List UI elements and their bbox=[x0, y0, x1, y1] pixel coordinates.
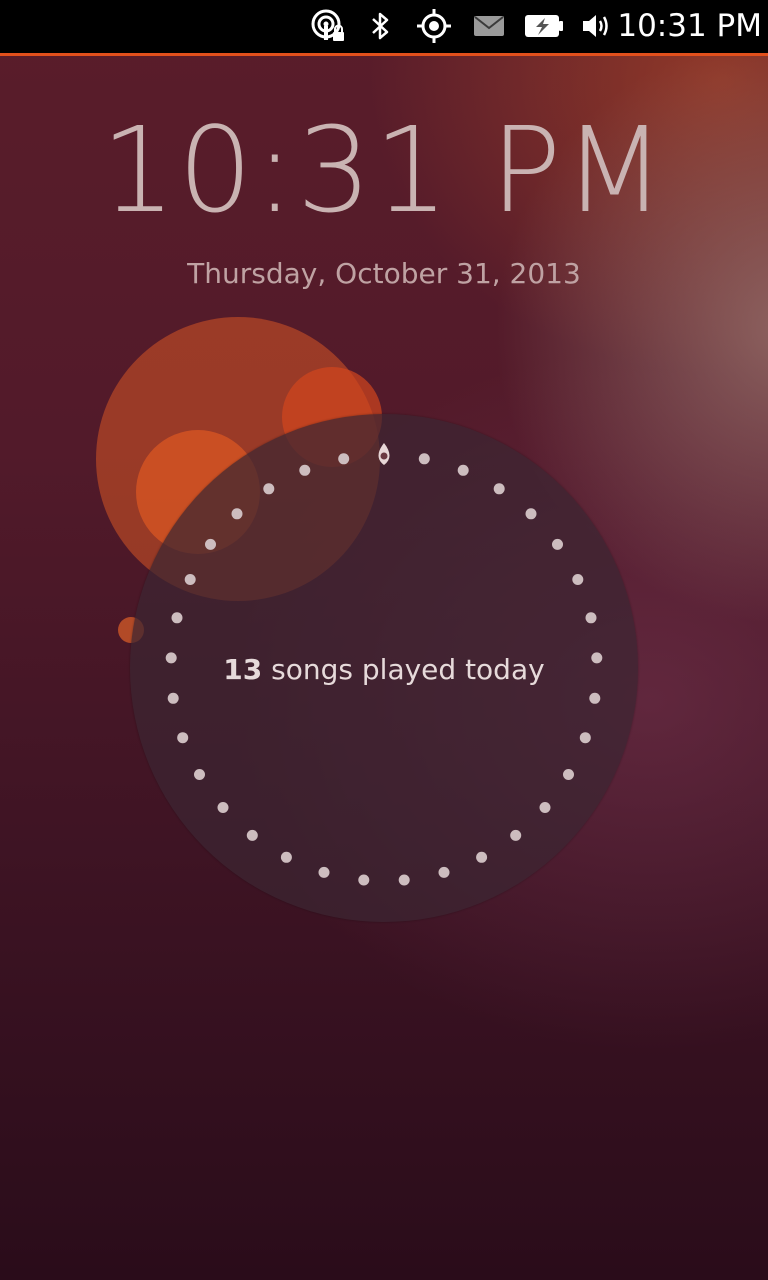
ring-dot bbox=[205, 538, 216, 550]
ring-dot bbox=[246, 829, 258, 841]
ring-dot bbox=[579, 732, 591, 744]
ring-dot bbox=[552, 538, 563, 550]
ring-dot bbox=[338, 453, 350, 465]
ring-dot bbox=[572, 574, 584, 585]
ring-dot bbox=[177, 732, 189, 744]
ring-dot bbox=[510, 829, 522, 841]
current-position-marker bbox=[378, 443, 390, 465]
ring-dot bbox=[280, 851, 292, 863]
infographic-dots bbox=[165, 443, 603, 886]
ring-dot bbox=[318, 866, 330, 878]
stat-count: 13 bbox=[223, 653, 263, 686]
ring-dot bbox=[418, 453, 430, 465]
ring-dot bbox=[563, 769, 574, 780]
ring-dot bbox=[299, 464, 311, 476]
ring-dot bbox=[476, 851, 488, 863]
ring-dot bbox=[438, 866, 450, 878]
ring-dot bbox=[493, 483, 505, 495]
ring-dot bbox=[231, 508, 243, 520]
ring-dot bbox=[539, 802, 551, 813]
ring-dot bbox=[358, 874, 370, 886]
ring-dot bbox=[525, 508, 537, 520]
stat-text: songs played today bbox=[262, 653, 545, 686]
ring-dot bbox=[167, 692, 179, 704]
ring-dot bbox=[194, 769, 205, 780]
ring-dot bbox=[217, 802, 229, 813]
ring-dot bbox=[457, 464, 469, 476]
ring-dot bbox=[589, 692, 601, 704]
infographic-label[interactable]: 13 songs played today bbox=[0, 648, 768, 692]
ring-dot bbox=[171, 612, 183, 624]
lock-screen: { "status_bar": { "time": "10:31 PM", "i… bbox=[0, 0, 768, 1280]
ring-dot bbox=[184, 574, 196, 585]
ring-dot bbox=[398, 874, 410, 886]
ring-dot bbox=[263, 483, 275, 495]
ring-dot bbox=[585, 612, 597, 624]
